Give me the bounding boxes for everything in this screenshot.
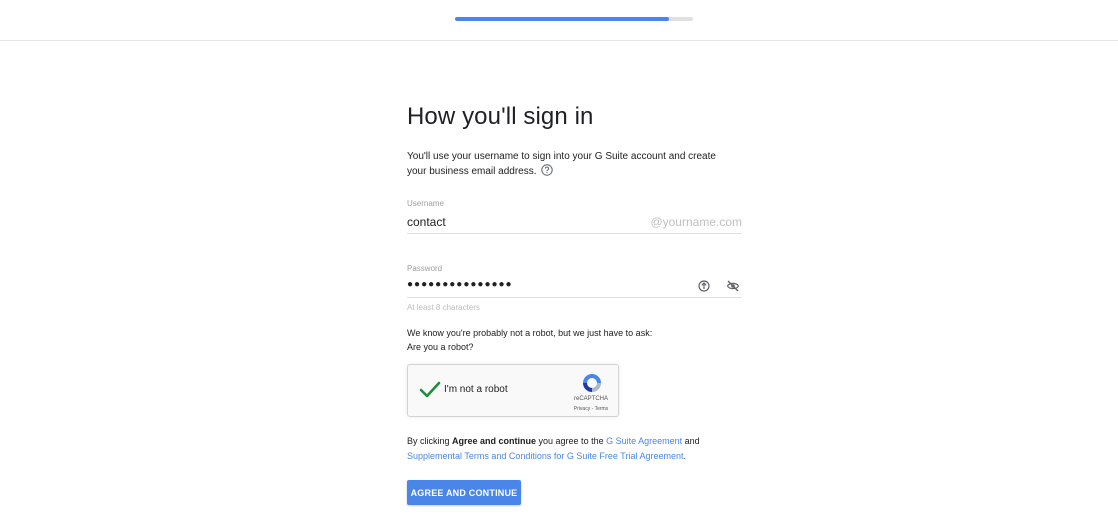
terms-prefix: By clicking [407,436,453,446]
domain-suffix: @yourname.com [650,215,742,229]
recaptcha-logo-icon [580,371,604,395]
username-label: Username [407,199,444,208]
captcha-links: Privacy - Terms [571,406,611,412]
supplemental-terms-link[interactable]: Supplemental Terms and Conditions for G … [407,451,683,461]
username-field: @yourname.com [407,212,742,234]
username-input[interactable] [407,212,647,232]
password-input[interactable]: ●●●●●●●●●●●●●●● [407,279,513,290]
intro-label: You'll use your username to sign into yo… [407,151,716,177]
robot-question: We know you're probably not a robot, but… [407,326,737,354]
password-label: Password [407,264,443,273]
captcha-privacy-link[interactable]: Privacy [574,406,590,412]
help-icon[interactable] [540,164,553,176]
terms-and: and [682,436,700,446]
checkmark-icon[interactable] [418,378,442,402]
terms-text: By clicking Agree and continue you agree… [407,434,737,464]
terms-bold: Agree and continue [452,436,537,446]
captcha-brand: reCAPTCHA [573,396,608,402]
password-hint: At least 8 characters [407,303,480,312]
captcha-terms-link[interactable]: Terms [595,406,609,412]
password-generator-icon[interactable] [697,279,711,293]
captcha-label: I'm not a robot [444,384,508,395]
recaptcha-widget[interactable]: I'm not a robot reCAPTCHA Privacy - Term… [407,364,619,417]
visibility-off-icon[interactable] [726,279,740,293]
robot-line-2: Are you a robot? [407,342,474,352]
terms-suffix: . [683,451,686,461]
robot-line-1: We know you're probably not a robot, but… [407,328,653,338]
g-suite-agreement-link[interactable]: G Suite Agreement [606,436,682,446]
top-bar [0,0,1118,41]
intro-text: You'll use your username to sign into yo… [407,149,727,179]
agree-and-continue-button[interactable]: AGREE AND CONTINUE [407,480,521,505]
progress-fill [455,17,670,21]
page-title: How you'll sign in [407,103,594,130]
progress-bar [455,17,693,21]
password-field: ●●●●●●●●●●●●●●● [407,277,742,298]
terms-middle: you agree to the [536,436,607,446]
